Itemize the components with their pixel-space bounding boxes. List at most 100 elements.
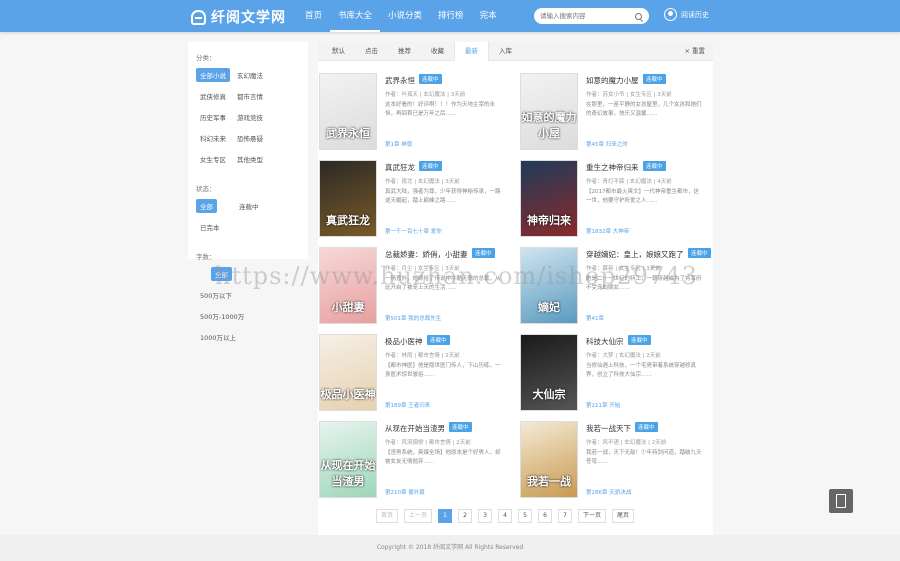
book-title[interactable]: 总裁娇妻：娇俏，小甜妻 <box>385 249 468 260</box>
page-first[interactable]: 首页 <box>376 509 399 523</box>
category-filter[interactable]: 其他类型 <box>233 152 267 166</box>
page-last[interactable]: 尾页 <box>612 509 635 523</box>
book-title[interactable]: 穿越嫡妃：皇上，娘娘又跑了 <box>586 249 684 260</box>
cover-title: 真武狂龙 <box>326 214 370 227</box>
page-number[interactable]: 3 <box>478 509 493 523</box>
book-description: 真武大陆，强者为尊，少年获得神秘传承，一路逆天崛起，踏上巅峰之路…… <box>385 189 501 204</box>
headphones-icon <box>191 9 206 25</box>
category-filter[interactable]: 科幻未来 <box>196 131 230 145</box>
status-filter[interactable]: 全部 <box>196 199 217 213</box>
footer: Copyright © 2018 纤阅文学网 All Rights Reserv… <box>0 535 900 561</box>
cover-title: 武界永恒 <box>326 127 370 140</box>
category-filter[interactable]: 全部小说 <box>196 68 230 82</box>
book-title[interactable]: 从现在开始当渣男 <box>385 423 445 434</box>
book-card[interactable]: 神帝归来 重生之神帝归来 连载中 作者：青灯不寐 | 玄幻魔法 | 4天前 【2017都… <box>520 160 716 242</box>
reset-button[interactable]: × 重置 <box>684 42 705 61</box>
nav-ranking[interactable]: 排行榜 <box>430 0 472 32</box>
page-prev[interactable]: 上一页 <box>404 509 433 523</box>
status-filter[interactable]: 已完本 <box>196 220 224 234</box>
search-icon[interactable] <box>635 12 642 20</box>
nav-categories[interactable]: 小说分类 <box>380 0 430 32</box>
page-number[interactable]: 6 <box>538 509 553 523</box>
book-title[interactable]: 武界永恒 <box>385 75 415 86</box>
book-cover[interactable]: 如意的魔力小屋 <box>520 73 578 150</box>
page-number[interactable]: 1 <box>438 509 453 523</box>
book-card[interactable]: 我若一战 我若一战天下 连载中 作者：风不语 | 玄幻魔法 | 2天前 我若一战，天下无… <box>520 421 716 503</box>
status-badge: 连载中 <box>643 74 666 84</box>
book-title[interactable]: 科技大仙宗 <box>586 336 624 347</box>
latest-chapter-link[interactable]: 第189章 王者归来 <box>385 401 430 409</box>
latest-chapter-link[interactable]: 第210章 番外篇 <box>385 488 425 496</box>
book-title[interactable]: 真武狂龙 <box>385 162 415 173</box>
book-card[interactable]: 极品小医神 极品小医神 连载中 作者：林雨 | 都市言情 | 2天前 【都市神医】他是隐… <box>319 334 515 416</box>
top-header: 纤阅文学网 首页 书库大全 小说分类 排行榜 完本 阅读历史 <box>0 0 900 32</box>
page-number[interactable]: 4 <box>498 509 513 523</box>
category-filter[interactable]: 游戏竞技 <box>233 110 267 124</box>
latest-chapter-link[interactable]: 第286章 天骄决战 <box>586 488 631 496</box>
sort-clicks[interactable]: 点击 <box>355 42 388 61</box>
status-badge: 连载中 <box>688 248 711 258</box>
cover-title: 我若一战 <box>527 475 571 488</box>
sort-default[interactable]: 默认 <box>322 42 355 61</box>
latest-chapter-link[interactable]: 第501章 我的总裁先生 <box>385 314 441 322</box>
wordcount-filter[interactable]: 500万以下 <box>196 288 236 302</box>
book-cover[interactable]: 从现在开始当渣男 <box>319 421 377 498</box>
status-badge: 连载中 <box>449 422 472 432</box>
reading-history-label: 阅读历史 <box>681 10 709 19</box>
phone-icon <box>836 494 846 508</box>
book-title[interactable]: 重生之神帝归来 <box>586 162 639 173</box>
sort-newest[interactable]: 最新 <box>454 41 489 61</box>
cover-title: 神帝归来 <box>527 214 571 227</box>
book-card[interactable]: 武界永恒 武界永恒 连载中 作者：叶孤天 | 玄幻魔法 | 3天前 这本好看的！好评啊！… <box>319 73 515 155</box>
book-description: 【2017都市最火爽文】一代神帝重生都市，这一世，他要守护所爱之人…… <box>586 189 699 204</box>
status-filter[interactable]: 连载中 <box>235 199 263 213</box>
latest-chapter-link[interactable]: 第41章 <box>586 314 604 322</box>
book-title[interactable]: 如意的魔力小屋 <box>586 75 639 86</box>
page-number[interactable]: 2 <box>458 509 473 523</box>
book-cover[interactable]: 神帝归来 <box>520 160 578 237</box>
category-filter[interactable]: 恐怖悬疑 <box>233 131 267 145</box>
book-meta: 作者：风不语 | 玄幻魔法 | 2天前 <box>586 440 667 446</box>
book-cover[interactable]: 大仙宗 <box>520 334 578 411</box>
sort-added[interactable]: 入库 <box>489 42 522 61</box>
latest-chapter-link[interactable]: 第1832章 大神帝 <box>586 227 629 235</box>
search-input[interactable] <box>540 12 635 20</box>
nav-home[interactable]: 首页 <box>297 0 330 32</box>
sort-recommend[interactable]: 推荐 <box>388 42 421 61</box>
book-cover[interactable]: 我若一战 <box>520 421 578 498</box>
page-next[interactable]: 下一页 <box>578 509 607 523</box>
book-card[interactable]: 大仙宗 科技大仙宗 连载中 作者：大梦 | 玄幻魔法 | 2天前 当修仙遇上科技，一个宅… <box>520 334 716 416</box>
latest-chapter-link[interactable]: 第一千一百七十章 爱你 <box>385 227 442 235</box>
latest-chapter-link[interactable]: 第211章 开始 <box>586 401 620 409</box>
category-filter[interactable]: 都市言情 <box>233 89 267 103</box>
cover-title: 从现在开始当渣男 <box>320 459 376 488</box>
user-icon <box>664 8 677 21</box>
page-number[interactable]: 5 <box>518 509 533 523</box>
latest-chapter-link[interactable]: 第1章 神尊 <box>385 140 412 148</box>
book-description: 我若一战，天下无敌！少年持剑问道，踏破九天苍穹…… <box>586 450 702 465</box>
category-filter[interactable]: 玄幻魔法 <box>233 68 267 82</box>
status-badge: 连载中 <box>427 335 450 345</box>
nav-completed[interactable]: 完本 <box>472 0 505 32</box>
category-filter[interactable]: 历史军事 <box>196 110 230 124</box>
wordcount-filter[interactable]: 500万-1000万 <box>196 309 248 323</box>
latest-chapter-link[interactable]: 第45章 归来之时 <box>586 140 628 148</box>
site-logo[interactable]: 纤阅文学网 <box>191 7 286 27</box>
wordcount-filter[interactable]: 1000万以上 <box>196 330 240 344</box>
book-cover[interactable]: 极品小医神 <box>319 334 377 411</box>
nav-library[interactable]: 书库大全 <box>330 0 381 32</box>
book-cover[interactable]: 真武狂龙 <box>319 160 377 237</box>
book-title[interactable]: 极品小医神 <box>385 336 423 347</box>
book-card[interactable]: 如意的魔力小屋 如意的魔力小屋 连载中 作者：苏女小爷 | 女生专区 | 3天前 在那里… <box>520 73 716 155</box>
category-filter[interactable]: 武侠修真 <box>196 89 230 103</box>
page-number[interactable]: 7 <box>558 509 573 523</box>
book-title[interactable]: 我若一战天下 <box>586 423 631 434</box>
category-filter[interactable]: 女生专区 <box>196 152 230 166</box>
reading-history[interactable]: 阅读历史 <box>664 8 709 21</box>
mobile-view-button[interactable] <box>829 489 853 513</box>
book-cover[interactable]: 武界永恒 <box>319 73 377 150</box>
book-card[interactable]: 真武狂龙 真武狂龙 连载中 作者：夜北 | 玄幻魔法 | 3天前 真武大陆，强者为尊，少… <box>319 160 515 242</box>
book-card[interactable]: 从现在开始当渣男 从现在开始当渣男 连载中 作者：风流倜傥 | 都市言情 | 2天前【… <box>319 421 515 503</box>
sort-favorites[interactable]: 收藏 <box>421 42 454 61</box>
wordcount-heading: 字数： <box>196 253 216 261</box>
